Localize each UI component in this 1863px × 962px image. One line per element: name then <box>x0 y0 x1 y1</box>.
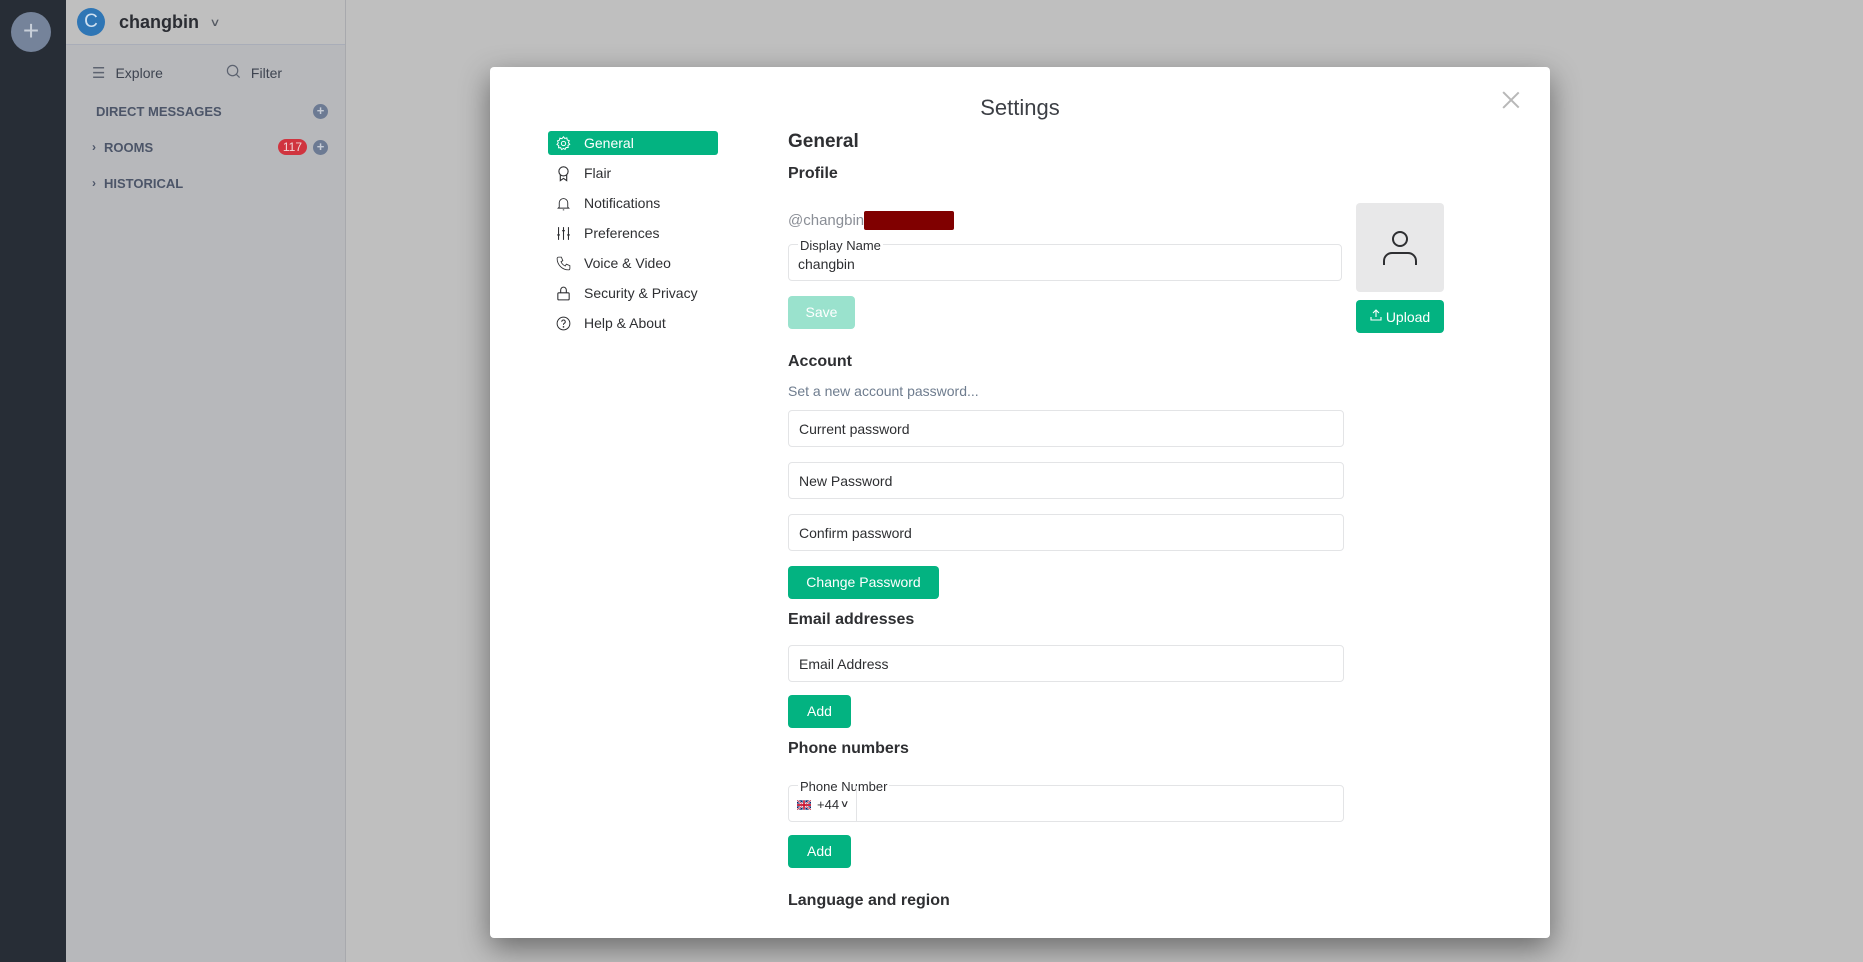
tab-label: Voice & Video <box>584 255 671 271</box>
general-settings: General Profile @changbin Display Name c… <box>788 131 1348 910</box>
phone-heading: Phone numbers <box>788 740 909 757</box>
gear-icon <box>554 134 572 152</box>
chevron-down-icon: ∨ <box>209 16 221 29</box>
divider <box>856 786 857 821</box>
phone-number-field[interactable]: Phone Number +44 ∨ <box>788 780 1344 822</box>
add-room-button[interactable]: + <box>313 139 328 155</box>
filter-button[interactable]: Filter <box>226 64 282 83</box>
section-label: HISTORICAL <box>104 175 184 191</box>
upload-avatar-button[interactable]: Upload <box>1356 300 1444 333</box>
account-heading: Account <box>788 353 852 370</box>
unread-badge: 117 <box>277 139 307 155</box>
section-rooms[interactable]: › ROOMS 117 + <box>66 129 345 165</box>
tab-preferences[interactable]: Preferences <box>548 221 718 245</box>
profile-avatar[interactable] <box>1356 203 1444 292</box>
tab-notifications[interactable]: Notifications <box>548 191 718 215</box>
phone-number-label: Phone Number <box>798 779 890 794</box>
close-icon[interactable] <box>1502 91 1520 109</box>
settings-dialog: Settings General Flair Notifications Pre… <box>490 67 1550 938</box>
explore-label: Explore <box>115 65 163 81</box>
tab-label: Help & About <box>584 315 666 331</box>
section-historical[interactable]: › HISTORICAL <box>66 165 345 201</box>
password-hint: Set a new account password... <box>788 383 979 399</box>
upload-icon <box>1370 309 1382 324</box>
lock-icon <box>554 284 572 302</box>
dialog-title: Settings <box>980 95 1060 120</box>
settings-nav: General Flair Notifications Preferences … <box>548 131 718 341</box>
bell-icon <box>554 194 572 212</box>
user-icon <box>1383 230 1417 265</box>
tab-label: Preferences <box>584 225 660 241</box>
user-avatar: C <box>77 8 105 36</box>
tab-help-about[interactable]: Help & About <box>548 311 718 335</box>
user-menu[interactable]: C changbin ∨ <box>66 0 345 45</box>
new-password-placeholder: New Password <box>799 473 893 489</box>
tab-security-privacy[interactable]: Security & Privacy <box>548 281 718 305</box>
upload-label: Upload <box>1385 308 1431 325</box>
email-placeholder: Email Address <box>799 656 889 672</box>
list-icon: ☰ <box>92 65 106 82</box>
add-phone-button[interactable]: Add <box>788 835 851 868</box>
tab-label: Notifications <box>584 195 661 211</box>
add-email-button[interactable]: Add <box>788 695 851 728</box>
redaction-box <box>864 211 955 230</box>
uk-flag-icon <box>797 799 811 810</box>
display-name-label: Display Name <box>798 238 883 253</box>
display-name-value: changbin <box>798 256 855 272</box>
tab-flair[interactable]: Flair <box>548 161 718 185</box>
sliders-icon <box>554 224 572 242</box>
phone-icon <box>554 254 572 272</box>
change-password-button[interactable]: Change Password <box>788 566 939 599</box>
tab-label: General <box>584 135 634 151</box>
chevron-down-icon: ∨ <box>839 799 850 810</box>
language-heading: Language and region <box>788 892 950 909</box>
explore-button[interactable]: ☰ Explore <box>92 64 163 82</box>
add-dm-button[interactable]: + <box>313 103 328 119</box>
display-name-field[interactable]: Display Name changbin <box>788 239 1342 281</box>
current-password-input[interactable]: Current password <box>788 410 1344 447</box>
page-heading: General <box>788 131 859 152</box>
email-input[interactable]: Email Address <box>788 645 1344 682</box>
room-list-panel: C changbin ∨ ☰ Explore Filter DIRECT MES… <box>66 0 346 962</box>
tab-voice-video[interactable]: Voice & Video <box>548 251 718 275</box>
country-code-select[interactable]: +44 ∨ <box>797 797 850 812</box>
current-password-placeholder: Current password <box>799 421 910 437</box>
confirm-password-placeholder: Confirm password <box>799 525 912 541</box>
chevron-right-icon: › <box>92 140 96 154</box>
help-circle-icon <box>554 314 572 332</box>
save-button[interactable]: Save <box>788 296 855 329</box>
tab-general[interactable]: General <box>548 131 718 155</box>
community-rail: + <box>0 0 66 962</box>
user-id-text: @changbin <box>788 212 865 229</box>
user-id: @changbin <box>788 211 1348 230</box>
section-direct-messages[interactable]: DIRECT MESSAGES + <box>66 93 345 129</box>
country-code: +44 <box>817 797 840 812</box>
email-heading: Email addresses <box>788 611 915 628</box>
tab-label: Flair <box>584 165 612 181</box>
chevron-right-icon: › <box>92 176 96 190</box>
ribbon-icon <box>554 164 572 182</box>
section-label: DIRECT MESSAGES <box>96 103 222 119</box>
confirm-password-input[interactable]: Confirm password <box>788 514 1344 551</box>
section-label: ROOMS <box>104 139 154 155</box>
search-icon <box>226 64 241 83</box>
username: changbin <box>119 11 199 32</box>
create-community-button[interactable]: + <box>11 12 51 52</box>
new-password-input[interactable]: New Password <box>788 462 1344 499</box>
filter-label: Filter <box>250 65 283 81</box>
profile-heading: Profile <box>788 165 838 182</box>
tab-label: Security & Privacy <box>584 285 698 301</box>
